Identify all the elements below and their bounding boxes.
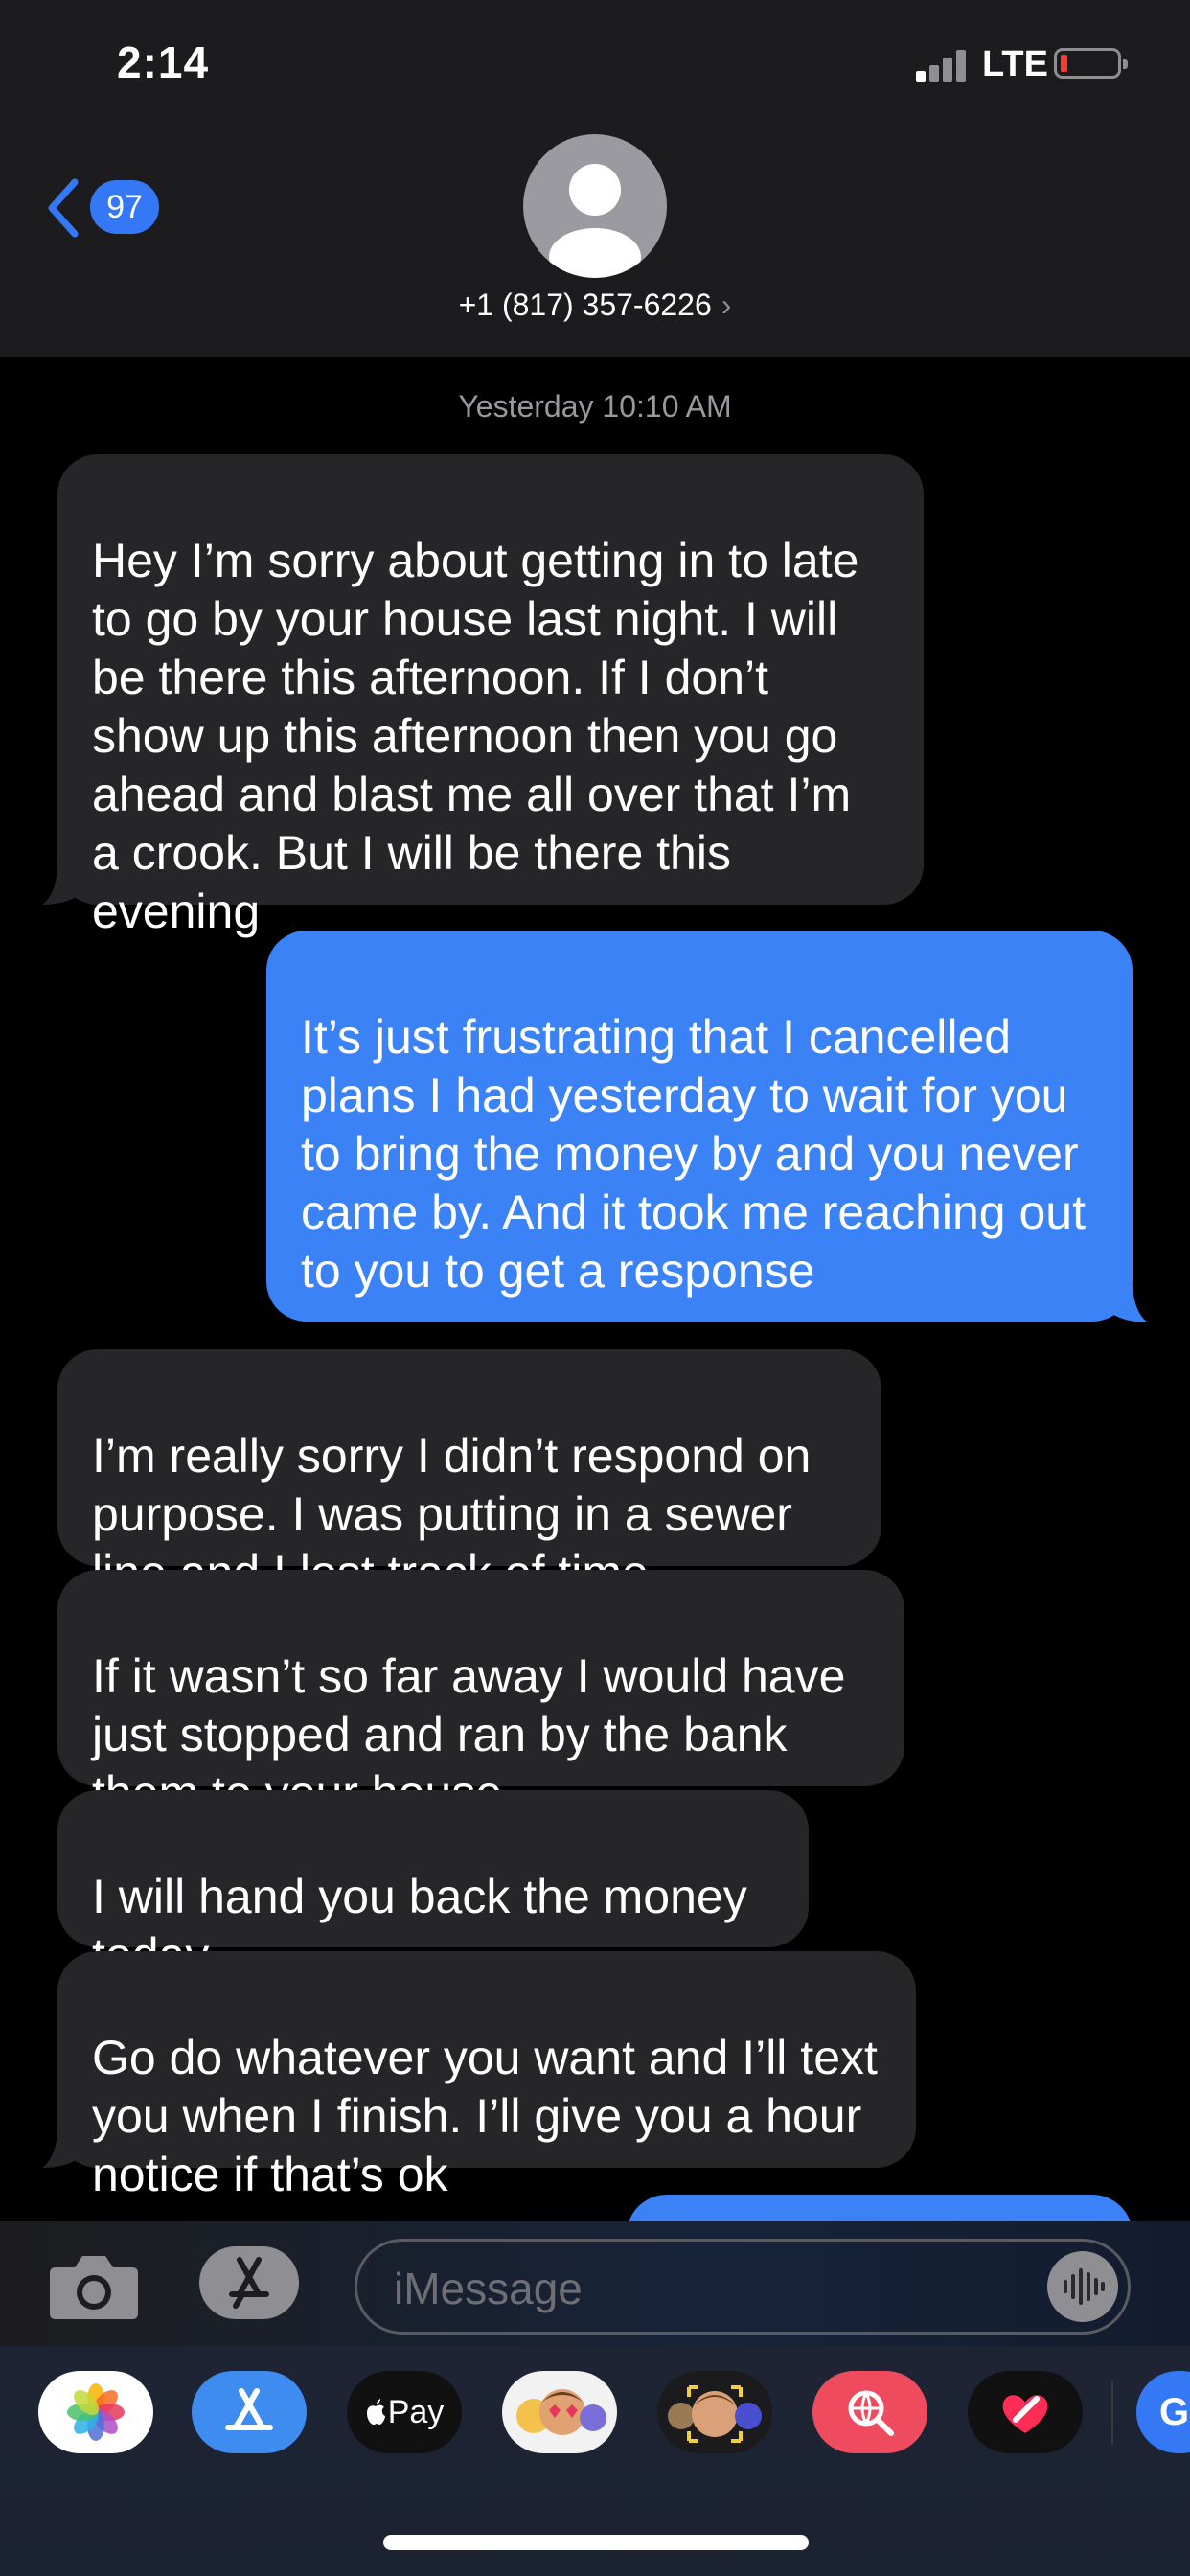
app-store-icon (229, 2257, 269, 2309)
tray-divider (1111, 2380, 1113, 2444)
photos-app-icon[interactable] (38, 2371, 153, 2453)
bubble-tail (1113, 1286, 1148, 1322)
message-text: Go do whatever you want and I’ll text yo… (92, 2031, 878, 2201)
waveform-icon (1064, 2268, 1105, 2305)
person-icon (549, 164, 641, 278)
home-indicator[interactable] (383, 2535, 809, 2550)
digital-touch-app-icon[interactable] (968, 2371, 1083, 2453)
sent-message-bubble[interactable]: It’s just frustrating that I cancelled p… (266, 931, 1133, 1322)
contact-avatar[interactable] (523, 134, 667, 278)
memoji-stickers-app-icon[interactable] (502, 2371, 617, 2453)
audio-message-button[interactable] (1047, 2251, 1118, 2322)
unread-count-badge: 97 (90, 180, 159, 234)
contact-name: +1 (817) 357-6226 (458, 288, 712, 322)
search-images-app-icon[interactable] (812, 2371, 927, 2453)
message-text: It’s just frustrating that I cancelled p… (301, 1010, 1086, 1298)
app-store-button[interactable] (199, 2246, 299, 2319)
bubble-tail (42, 2131, 77, 2168)
apple-pay-app-icon[interactable]: Pay (347, 2371, 462, 2453)
status-time: 2:14 (117, 37, 210, 87)
animoji-app-icon[interactable] (657, 2371, 772, 2453)
received-message-bubble[interactable]: I will hand you back the money today. (57, 1790, 809, 1982)
received-message-bubble[interactable]: Go do whatever you want and I’ll text yo… (57, 1951, 916, 2201)
message-input[interactable]: iMessage (355, 2239, 1131, 2334)
camera-icon[interactable] (48, 2254, 140, 2321)
received-message-bubble[interactable]: I’m really sorry I didn’t respond on pur… (57, 1349, 881, 1599)
conversation-header: 2:14 LTE 97 +1 (817) 357-6226 › (0, 0, 1190, 357)
message-composer: iMessage (0, 2221, 1190, 2346)
bubble-tail (42, 868, 77, 905)
back-button[interactable]: 97 (44, 174, 197, 242)
chevron-right-icon: › (721, 288, 732, 322)
network-type: LTE (982, 44, 1048, 84)
app-store-app-icon[interactable] (192, 2371, 307, 2453)
apple-logo-icon (366, 2399, 385, 2425)
received-message-bubble[interactable]: Hey I’m sorry about getting in to late t… (57, 454, 924, 938)
apple-pay-label: Pay (387, 2393, 445, 2430)
chevron-left-icon (48, 178, 79, 238)
message-input-placeholder: iMessage (394, 2264, 583, 2313)
received-message-bubble[interactable]: If it wasn’t so far away I would have ju… (57, 1570, 904, 1820)
contact-name-button[interactable]: +1 (817) 357-6226 › (0, 288, 1190, 323)
message-timestamp: Yesterday 10:10 AM (458, 389, 732, 424)
battery-icon (1054, 48, 1128, 79)
partial-app-icon[interactable]: G (1136, 2371, 1190, 2453)
message-text: Hey I’m sorry about getting in to late t… (92, 534, 859, 938)
partial-app-label: G (1159, 2390, 1190, 2433)
cellular-signal-icon (916, 48, 972, 82)
